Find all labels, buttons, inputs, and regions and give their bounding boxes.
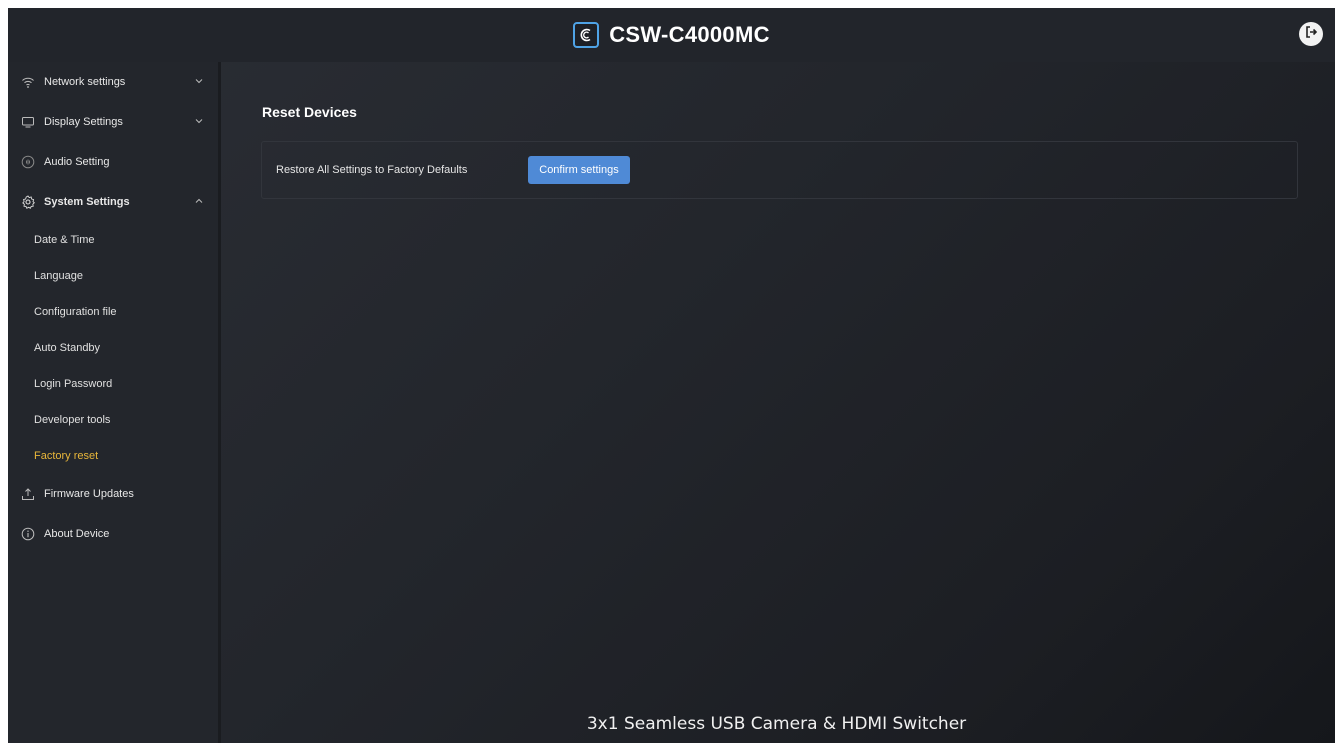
sidebar-item-system-settings[interactable]: System Settings [8,182,218,222]
brand-c-icon [573,22,600,48]
sidebar-subitem-date-time[interactable]: Date & Time [8,222,218,258]
sidebar-subitem-auto-standby[interactable]: Auto Standby [8,330,218,366]
info-icon [20,526,36,542]
brand: CSW-C4000MC [573,22,770,48]
sidebar-item-label: Display Settings [44,116,123,128]
confirm-settings-button[interactable]: Confirm settings [528,156,630,184]
upload-icon [20,486,36,502]
chevron-down-icon [194,76,204,86]
reset-label: Restore All Settings to Factory Defaults [276,164,468,176]
app-title: CSW-C4000MC [609,22,770,47]
sidebar-item-label: Firmware Updates [44,488,134,500]
wifi-icon [20,74,36,90]
chevron-down-icon [194,116,204,126]
sidebar-subitem-language[interactable]: Language [8,258,218,294]
monitor-icon [20,114,36,130]
chevron-up-icon [194,196,204,206]
sidebar-item-network-settings[interactable]: Network settings [8,62,218,102]
sidebar: Network settings Display Settings Audio … [8,62,221,743]
sidebar-item-label: Network settings [44,76,126,88]
gear-icon [20,194,36,210]
sidebar-subitem-developer-tools[interactable]: Developer tools [8,402,218,438]
sidebar-item-label: Audio Setting [44,156,110,168]
logout-icon [1304,25,1318,44]
sidebar-item-about-device[interactable]: About Device [8,514,218,554]
top-header: CSW-C4000MC [8,8,1335,62]
reset-card: Restore All Settings to Factory Defaults… [261,141,1298,199]
logout-button[interactable] [1299,22,1323,46]
footer-product-description: 3x1 Seamless USB Camera & HDMI Switcher [586,714,967,734]
page-title: Reset Devices [262,104,357,120]
sidebar-item-firmware-updates[interactable]: Firmware Updates [8,474,218,514]
sidebar-item-label: About Device [44,528,110,540]
audio-icon [20,154,36,170]
app-frame: CSW-C4000MC Network settings Display Set… [8,8,1335,743]
sidebar-subitem-login-password[interactable]: Login Password [8,366,218,402]
sidebar-subitem-configuration-file[interactable]: Configuration file [8,294,218,330]
sidebar-item-label: System Settings [44,196,130,208]
sidebar-item-audio-setting[interactable]: Audio Setting [8,142,218,182]
sidebar-subitem-factory-reset[interactable]: Factory reset [8,438,218,474]
sidebar-item-display-settings[interactable]: Display Settings [8,102,218,142]
